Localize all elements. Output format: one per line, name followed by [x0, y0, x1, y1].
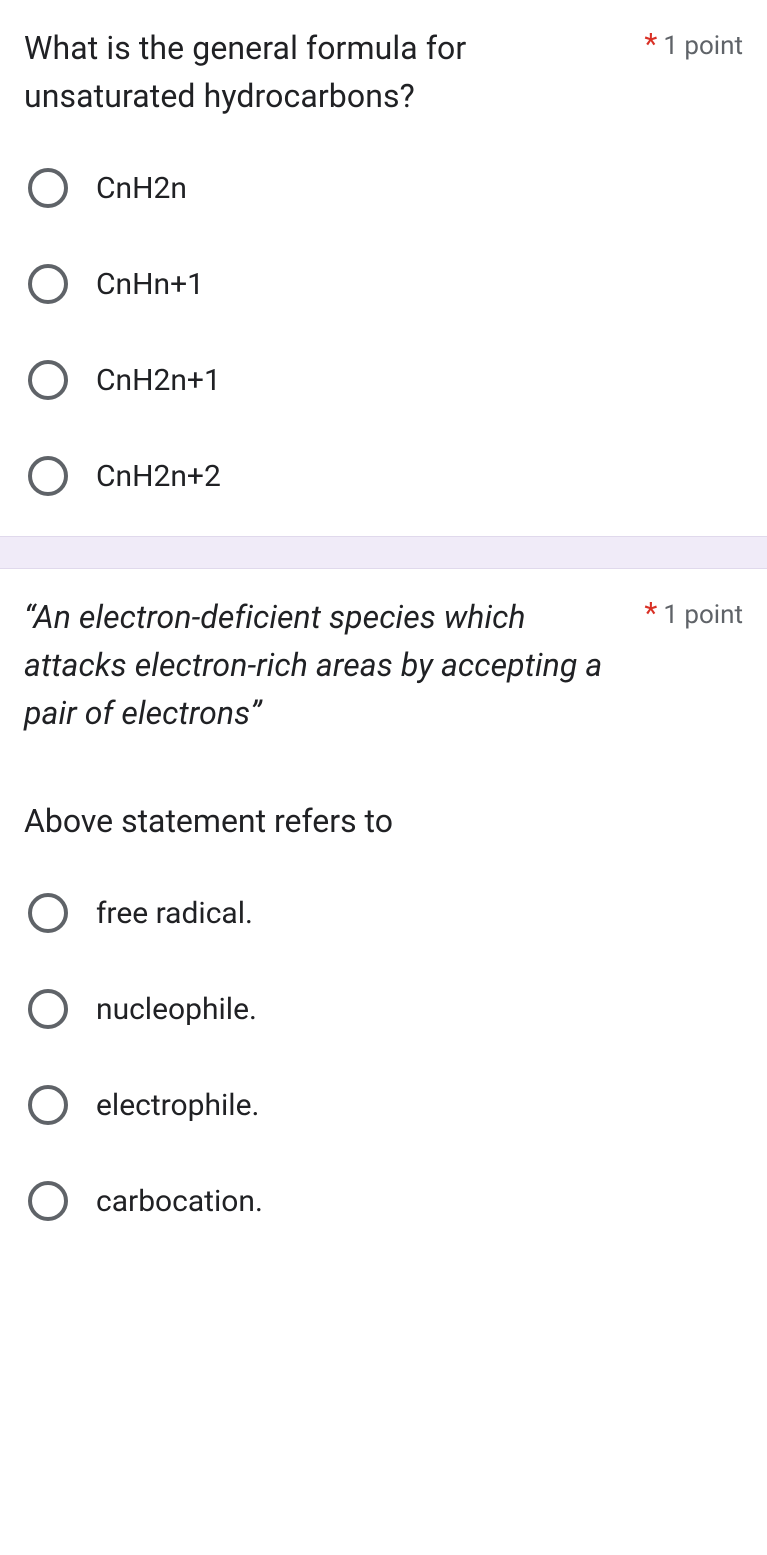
question-text: What is the general formula for unsatura…	[24, 24, 632, 120]
radio-icon	[28, 1181, 68, 1221]
required-asterisk: *	[644, 30, 657, 60]
radio-icon	[28, 456, 68, 496]
radio-icon	[28, 989, 68, 1029]
option-row[interactable]: electrophile.	[28, 1085, 743, 1125]
option-row[interactable]: CnHn+1	[28, 264, 743, 304]
required-asterisk: *	[644, 599, 657, 629]
points-label: 1 point	[663, 600, 743, 630]
points-label: 1 point	[663, 31, 743, 61]
option-label: CnHn+1	[96, 267, 204, 302]
option-row[interactable]: CnH2n+1	[28, 360, 743, 400]
option-label: CnH2n	[96, 171, 187, 206]
question-italic-text: “An electron-deficient species which att…	[24, 598, 602, 732]
question-text: “An electron-deficient species which att…	[24, 593, 632, 737]
option-row[interactable]: CnH2n	[28, 168, 743, 208]
radio-icon	[28, 360, 68, 400]
radio-icon	[28, 168, 68, 208]
radio-icon	[28, 264, 68, 304]
option-label: nucleophile.	[96, 992, 257, 1027]
question-header: “An electron-deficient species which att…	[24, 593, 743, 737]
options-group: free radical. nucleophile. electrophile.…	[24, 893, 743, 1221]
card-divider	[0, 536, 767, 569]
option-label: electrophile.	[96, 1088, 259, 1123]
question-card: What is the general formula for unsatura…	[0, 0, 767, 536]
option-row[interactable]: nucleophile.	[28, 989, 743, 1029]
options-group: CnH2n CnHn+1 CnH2n+1 CnH2n+2	[24, 168, 743, 496]
points-wrap: * 1 point	[644, 24, 743, 61]
option-label: free radical.	[96, 896, 253, 931]
option-row[interactable]: free radical.	[28, 893, 743, 933]
option-label: CnH2n+1	[96, 363, 221, 398]
option-label: CnH2n+2	[96, 459, 221, 494]
option-label: carbocation.	[96, 1184, 263, 1219]
question-card: “An electron-deficient species which att…	[0, 569, 767, 1261]
radio-icon	[28, 1085, 68, 1125]
radio-icon	[28, 893, 68, 933]
option-row[interactable]: CnH2n+2	[28, 456, 743, 496]
question-subtext: Above statement refers to	[24, 797, 743, 845]
option-row[interactable]: carbocation.	[28, 1181, 743, 1221]
question-header: What is the general formula for unsatura…	[24, 24, 743, 120]
points-wrap: * 1 point	[644, 593, 743, 630]
